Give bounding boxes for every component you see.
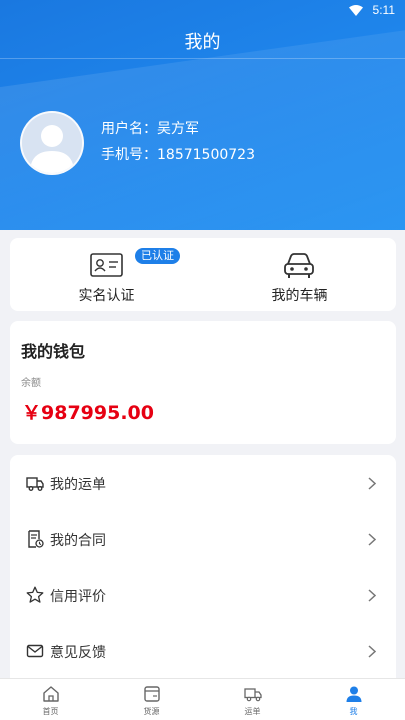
status-bar: 5:11 (0, 0, 405, 22)
verified-badge: 已认证 (135, 248, 180, 264)
phone-label: 手机号： (101, 147, 157, 163)
my-vehicles-button[interactable]: 我的车辆 (203, 238, 396, 311)
tab-label: 我 (349, 707, 358, 716)
menu-item-credit-rating[interactable]: 信用评价 (10, 567, 396, 623)
menu-item-label: 我的合同 (50, 533, 106, 549)
tab-label: 首页 (42, 707, 59, 716)
tab-me[interactable]: 我 (303, 679, 404, 720)
my-vehicles-label: 我的车辆 (271, 288, 328, 304)
phone-value: 18571500723 (157, 147, 255, 163)
tab-waybill[interactable]: 运单 (202, 679, 303, 720)
chevron-right-icon (368, 477, 376, 490)
car-icon (284, 253, 314, 278)
phone-line: 手机号：18571500723 (101, 144, 255, 164)
id-card-icon (90, 253, 123, 277)
balance-value: ￥987995.00 (22, 402, 154, 424)
page-title: 我的 (184, 32, 221, 53)
tab-cargo[interactable]: 货源 (101, 679, 202, 720)
profile-header: 5:11 我的 用户名：吴方军 手机号：18571500723 (0, 0, 405, 230)
chevron-right-icon (368, 533, 376, 546)
menu-item-my-contracts[interactable]: 我的合同 (10, 511, 396, 567)
menu-item-label: 我的运单 (50, 477, 106, 493)
wallet-card[interactable]: 我的钱包 余额 ￥987995.00 (10, 321, 396, 444)
truck-icon (26, 477, 44, 491)
wallet-title: 我的钱包 (21, 342, 86, 361)
balance-label: 余额 (21, 378, 41, 389)
cargo-icon (144, 686, 160, 702)
menu-item-feedback[interactable]: 意见反馈 (10, 623, 396, 678)
wifi-icon (349, 5, 363, 16)
username-line: 用户名：吴方军 (101, 118, 199, 138)
tab-home[interactable]: 首页 (0, 679, 101, 720)
default-avatar-icon (22, 113, 82, 173)
menu-list: 我的运单 我的合同 信用评价 意见反馈 (10, 455, 396, 678)
avatar[interactable] (20, 111, 84, 175)
menu-item-label: 信用评价 (50, 589, 106, 605)
tab-label: 运单 (244, 707, 261, 716)
menu-item-label: 意见反馈 (50, 645, 106, 661)
title-divider (0, 58, 405, 59)
menu-item-my-waybills[interactable]: 我的运单 (10, 455, 396, 511)
home-icon (43, 686, 59, 702)
username-label: 用户名： (101, 121, 157, 137)
mail-icon (26, 644, 44, 658)
real-name-auth-button[interactable]: 已认证 实名认证 (10, 238, 203, 311)
chevron-right-icon (368, 589, 376, 602)
truck-icon (244, 688, 262, 702)
chevron-right-icon (368, 645, 376, 658)
bottom-tab-bar: 首页 货源 运单 我 (0, 678, 405, 720)
auth-card: 已认证 实名认证 我的车辆 (10, 238, 396, 311)
username-value: 吴方军 (157, 121, 199, 137)
status-time: 5:11 (372, 3, 395, 17)
real-name-auth-label: 实名认证 (78, 288, 135, 304)
tab-label: 货源 (143, 707, 160, 716)
contract-icon (28, 530, 44, 548)
star-icon (26, 586, 44, 603)
user-icon (346, 686, 362, 702)
